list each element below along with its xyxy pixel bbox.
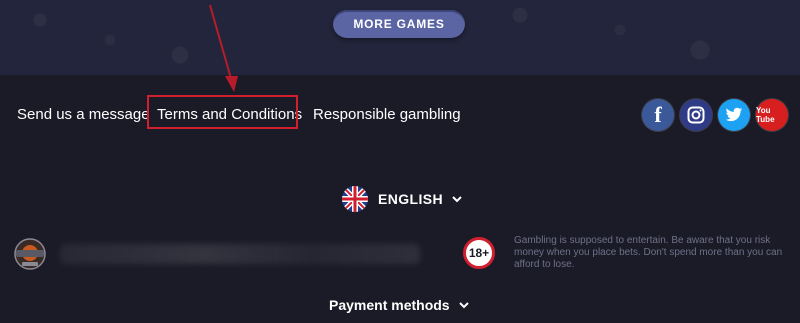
annotation-arrow-icon	[209, 4, 238, 92]
chevron-down-icon	[458, 302, 469, 309]
payment-methods-toggle[interactable]: Payment methods	[329, 297, 470, 313]
license-badge-icon	[14, 238, 46, 270]
payment-methods-label: Payment methods	[329, 297, 450, 313]
facebook-glyph: f	[654, 102, 662, 127]
youtube-icon[interactable]: You Tube	[756, 99, 788, 131]
instagram-glyph-icon	[687, 106, 705, 124]
instagram-icon[interactable]	[680, 99, 712, 131]
twitter-icon[interactable]	[718, 99, 750, 131]
language-selector[interactable]: ENGLISH	[342, 185, 463, 213]
twitter-bird-icon	[725, 107, 743, 122]
youtube-glyph: You Tube	[756, 106, 775, 124]
language-label: ENGLISH	[378, 191, 444, 207]
uk-flag-icon	[342, 186, 368, 212]
age-restriction-badge: 18+	[463, 237, 495, 269]
send-message-link[interactable]: Send us a message	[17, 106, 150, 124]
terms-highlight-box	[147, 95, 298, 129]
age-label: 18+	[468, 246, 490, 260]
blurred-license-text	[60, 244, 420, 264]
chevron-down-icon	[452, 196, 462, 203]
gambling-disclaimer: Gambling is supposed to entertain. Be aw…	[514, 235, 783, 270]
responsible-gambling-link[interactable]: Responsible gambling	[313, 106, 461, 124]
more-games-button[interactable]: MORE GAMES	[333, 10, 465, 38]
facebook-icon[interactable]: f	[642, 99, 674, 131]
